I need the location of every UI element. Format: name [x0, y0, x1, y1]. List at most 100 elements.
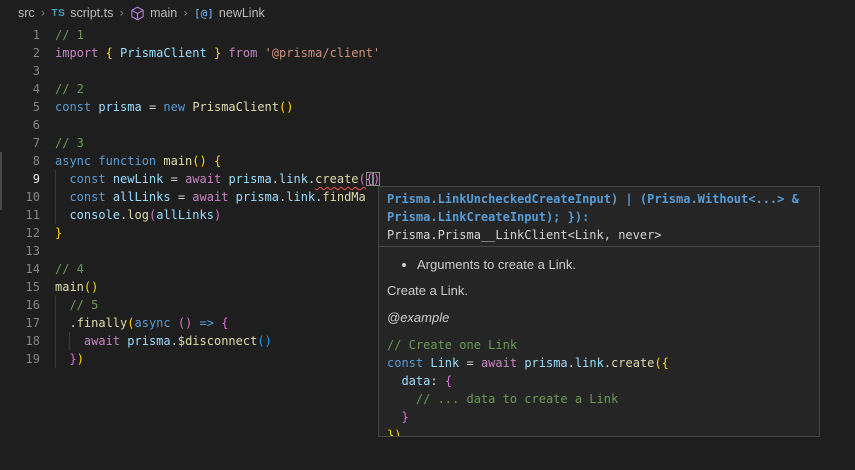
code-token: }: [69, 352, 76, 366]
code-token: Link: [430, 356, 459, 370]
tooltip-code-line: // ... data to create a Link: [387, 390, 811, 408]
code-text: // 5: [55, 296, 98, 314]
code-token: Prisma.LinkCreateInput: [387, 210, 546, 224]
code-token: (: [127, 316, 134, 330]
code-text: const prisma = new PrismaClient(): [55, 98, 293, 116]
code-token: await: [185, 172, 228, 186]
code-token: newLink: [113, 172, 164, 186]
code-token: [192, 316, 199, 330]
code-token: // Create one Link: [387, 338, 517, 352]
code-token: [387, 392, 416, 406]
code-token: PrismaClient: [192, 100, 279, 114]
code-text: await prisma.$disconnect(): [55, 332, 272, 350]
code-token: main: [163, 154, 192, 168]
code-token: finally: [77, 316, 128, 330]
tooltip-code-line: const Link = await prisma.link.create({: [387, 354, 811, 372]
code-token: {: [106, 46, 120, 60]
code-token: =: [459, 356, 481, 370]
line-number: 6: [0, 116, 40, 134]
code-token: ): [373, 172, 380, 186]
line-number: 10: [0, 188, 40, 206]
code-token: Prisma.Without: [647, 192, 748, 206]
code-token: ); }):: [546, 210, 589, 224]
code-token: [387, 410, 401, 424]
code-token: prisma: [228, 172, 271, 186]
code-token: await: [192, 190, 235, 204]
breadcrumb-label: src: [18, 6, 35, 20]
code-token: .: [604, 356, 611, 370]
code-token: <...> &: [748, 192, 799, 206]
tooltip-example-tag: @example: [387, 310, 811, 325]
breadcrumb-item-file[interactable]: TS script.ts: [51, 6, 113, 20]
code-token: (: [359, 172, 366, 186]
symbol-module-icon: [130, 6, 145, 21]
code-token: }): [387, 428, 401, 437]
tooltip-signature-line: Prisma.LinkCreateInput); }):: [387, 208, 811, 226]
line-number: 19: [0, 350, 40, 368]
line-number: 11: [0, 206, 40, 224]
code-token: :: [430, 374, 444, 388]
code-token: {: [445, 374, 452, 388]
code-line: 1 // 1: [0, 26, 855, 44]
code-token: main: [55, 280, 84, 294]
line-number: 1: [0, 26, 40, 44]
code-token: [55, 316, 69, 330]
tooltip-docs: Arguments to create a Link. Create a Lin…: [379, 247, 819, 437]
line-number: 18: [0, 332, 40, 350]
tooltip-code-line: data: {: [387, 372, 811, 390]
typescript-icon: TS: [51, 8, 65, 19]
code-token: await: [84, 334, 127, 348]
code-text: // 4: [55, 260, 84, 278]
code-token: // 1: [55, 28, 84, 42]
code-token: const: [69, 190, 112, 204]
code-token: async: [135, 316, 178, 330]
tooltip-signature-line: Prisma.LinkUncheckedCreateInput) | (Pris…: [387, 190, 811, 208]
breadcrumb: src › TS script.ts › main › [@] newLink: [0, 0, 855, 26]
breadcrumb-item-main[interactable]: main: [130, 6, 177, 21]
code-token: allLinks: [113, 190, 171, 204]
code-token: =: [171, 190, 193, 204]
line-number: 17: [0, 314, 40, 332]
code-token: // 3: [55, 136, 84, 150]
breadcrumb-item-src[interactable]: src: [18, 6, 35, 20]
tooltip-example-code: // Create one Link const Link = await pri…: [387, 336, 811, 437]
code-token: [55, 190, 69, 204]
code-token: async function: [55, 154, 163, 168]
line-number: 16: [0, 296, 40, 314]
code-token: [55, 334, 84, 348]
code-line: 7// 3: [0, 134, 855, 152]
code-token: =: [142, 100, 164, 114]
code-token: const: [69, 172, 112, 186]
line-number: 4: [0, 80, 40, 98]
code-token: {: [366, 172, 373, 186]
chevron-right-icon: ›: [183, 6, 188, 20]
tooltip-signature-line: Prisma.Prisma__LinkClient<Link, never>: [387, 226, 811, 244]
code-token: PrismaClient: [120, 46, 207, 60]
code-token: prisma: [98, 100, 141, 114]
code-token: .: [568, 356, 575, 370]
breadcrumb-item-newlink[interactable]: [@] newLink: [194, 6, 265, 20]
code-token: {: [214, 154, 221, 168]
code-token: =: [163, 172, 185, 186]
code-token: import: [55, 46, 106, 60]
line-number: 2: [0, 44, 40, 62]
code-token: [387, 374, 401, 388]
line-number: 9: [0, 170, 40, 188]
code-line: 3: [0, 62, 855, 80]
code-token: // 4: [55, 262, 84, 276]
code-text: // 1: [55, 26, 84, 44]
code-text: .finally(async () => {: [55, 314, 228, 332]
code-token: // ... data to create a Link: [416, 392, 618, 406]
breadcrumb-label: script.ts: [70, 6, 113, 20]
vscode-editor-window: { "palette": { "bg": "#1e1e1e", "tooltip…: [0, 0, 855, 470]
code-token: Prisma.LinkUncheckedCreateInput: [387, 192, 611, 206]
code-token: create: [611, 356, 654, 370]
symbol-field-icon: [@]: [194, 7, 214, 20]
code-token: }: [55, 226, 62, 240]
code-token: }: [207, 46, 221, 60]
code-token: await: [481, 356, 524, 370]
code-text: import { PrismaClient } from '@prisma/cl…: [55, 44, 380, 62]
code-token: '@prisma/client': [265, 46, 381, 60]
code-line: 4// 2: [0, 80, 855, 98]
code-token: console: [69, 208, 120, 222]
